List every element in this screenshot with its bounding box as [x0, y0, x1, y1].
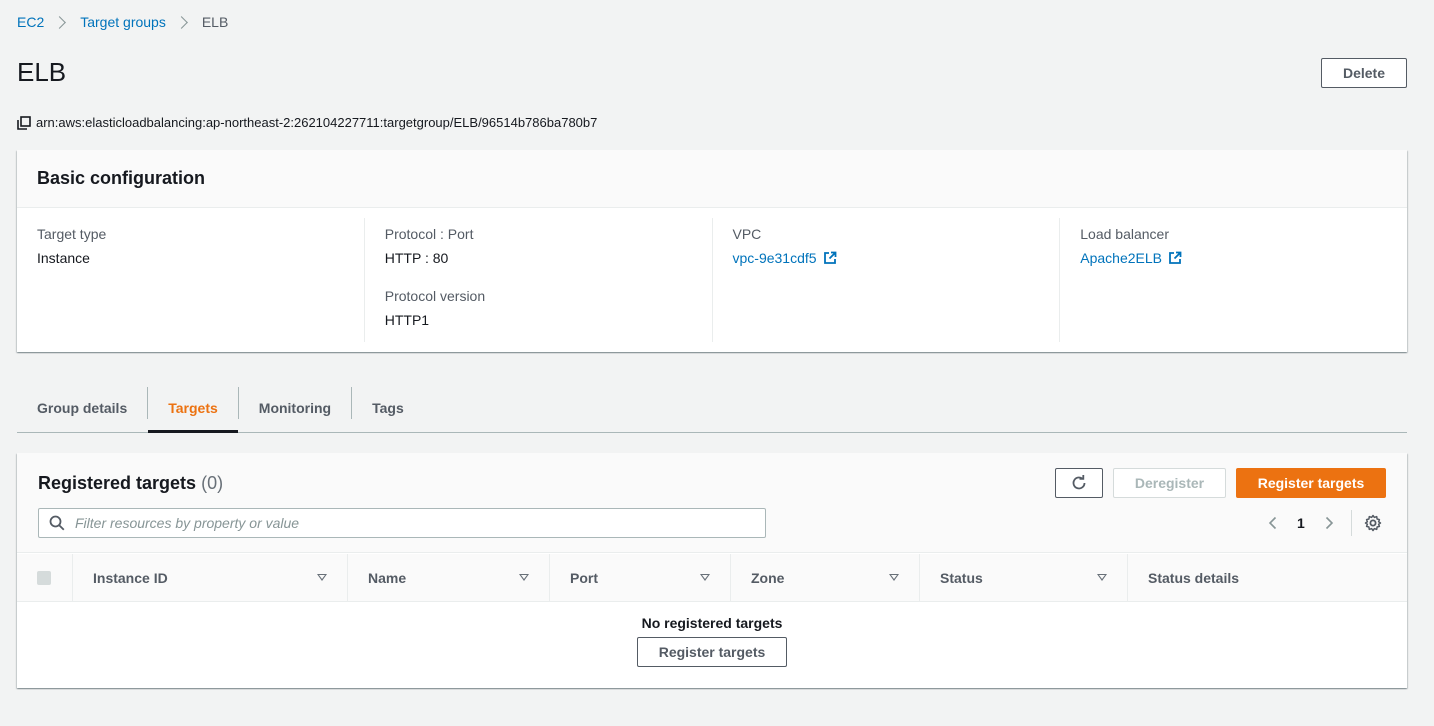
search-icon [49, 515, 65, 531]
protocol-port-value: HTTP : 80 [384, 250, 449, 266]
load-balancer-label: Load balancer [1080, 226, 1169, 242]
caret-down-icon[interactable] [317, 574, 327, 581]
chevron-right-icon [53, 15, 67, 29]
column-label: Name [368, 569, 407, 586]
deregister-button[interactable]: Deregister [1113, 468, 1226, 498]
tab-group-details[interactable]: Group details [17, 383, 147, 432]
vpc-label: VPC [732, 226, 762, 242]
breadcrumb: EC2 Target groups ELB [17, 14, 228, 30]
column-label: Port [570, 569, 598, 586]
next-page-button[interactable] [1317, 511, 1341, 535]
empty-state-text: No registered targets [641, 615, 783, 631]
column-header-name[interactable]: Name [347, 554, 549, 601]
chevron-right-icon [174, 15, 188, 29]
basic-configuration-title: Basic configuration [37, 168, 206, 188]
page-title: ELB [17, 57, 67, 87]
previous-page-button[interactable] [1261, 511, 1285, 535]
column-header-status[interactable]: Status [919, 554, 1127, 601]
pagination: 1 [1261, 510, 1382, 536]
table-header-row: Instance ID Name Port Zone Status Status… [17, 554, 1407, 602]
empty-state: No registered targets Register targets [17, 603, 1407, 667]
empty-state-register-targets-button[interactable]: Register targets [637, 637, 787, 667]
tab-bar: Group details Targets Monitoring Tags [17, 383, 1407, 433]
column-label: Zone [751, 569, 785, 586]
load-balancer-link[interactable]: Apache2ELB [1080, 250, 1162, 266]
gear-icon[interactable] [1364, 514, 1382, 532]
basic-configuration-card: Basic configuration Target type Instance… [17, 150, 1407, 352]
refresh-button[interactable] [1055, 468, 1103, 498]
filter-box [38, 508, 766, 538]
tab-monitoring[interactable]: Monitoring [239, 383, 351, 432]
arn-text: arn:aws:elasticloadbalancing:ap-northeas… [36, 115, 598, 130]
registered-targets-header: Registered targets (0) Deregister Regist… [17, 453, 1407, 553]
select-all-checkbox[interactable] [37, 570, 51, 585]
column-label: Status [940, 569, 983, 586]
registered-targets-title-text: Registered targets [38, 473, 197, 493]
tab-targets[interactable]: Targets [148, 383, 238, 433]
breadcrumb-link-target-groups[interactable]: Target groups [80, 14, 166, 30]
breadcrumb-current: ELB [201, 14, 229, 30]
caret-down-icon[interactable] [1097, 574, 1107, 581]
external-link-icon[interactable] [1168, 251, 1182, 265]
vpc-column: VPC vpc-9e31cdf5 [711, 218, 1060, 342]
load-balancer-value-row: Apache2ELB [1080, 250, 1387, 266]
column-label: Instance ID [93, 569, 168, 586]
breadcrumb-link-ec2[interactable]: EC2 [17, 14, 44, 30]
vpc-link[interactable]: vpc-9e31cdf5 [733, 250, 817, 266]
column-label: Status details [1148, 569, 1240, 586]
select-all-cell [17, 554, 72, 601]
protocol-column: Protocol : Port HTTP : 80 Protocol versi… [363, 218, 712, 342]
protocol-version-label: Protocol version [384, 288, 486, 304]
caret-down-icon[interactable] [700, 574, 710, 581]
column-header-port[interactable]: Port [549, 554, 730, 601]
column-header-status-details: Status details [1127, 554, 1407, 601]
target-type-column: Target type Instance [17, 218, 364, 342]
tab-tags[interactable]: Tags [352, 383, 424, 432]
chevron-left-icon [1268, 516, 1277, 530]
caret-down-icon[interactable] [519, 574, 529, 581]
basic-configuration-columns: Target type Instance Protocol : Port HTT… [17, 208, 1407, 352]
chevron-right-icon [1325, 516, 1333, 530]
copy-icon[interactable] [17, 115, 31, 130]
current-page-number[interactable]: 1 [1297, 515, 1305, 531]
arn-row: arn:aws:elasticloadbalancing:ap-northeas… [17, 115, 597, 130]
protocol-port-label: Protocol : Port [384, 226, 474, 242]
registered-targets-count: (0) [201, 473, 224, 493]
vpc-value-row: vpc-9e31cdf5 [733, 250, 1040, 266]
pagination-divider [1350, 510, 1352, 536]
delete-button[interactable]: Delete [1321, 58, 1407, 88]
column-header-zone[interactable]: Zone [730, 554, 919, 601]
refresh-icon [1072, 475, 1086, 490]
external-link-icon[interactable] [823, 251, 837, 265]
registered-targets-title: Registered targets (0) [38, 473, 223, 494]
caret-down-icon[interactable] [889, 574, 899, 581]
protocol-version-value: HTTP1 [384, 312, 430, 328]
basic-configuration-header: Basic configuration [17, 150, 1407, 208]
registered-targets-card: Registered targets (0) Deregister Regist… [17, 453, 1407, 688]
column-header-instance-id[interactable]: Instance ID [72, 554, 347, 601]
target-type-label: Target type [37, 226, 107, 242]
register-targets-button[interactable]: Register targets [1236, 468, 1386, 498]
filter-input[interactable] [75, 515, 755, 531]
target-type-value: Instance [37, 250, 90, 266]
load-balancer-column: Load balancer Apache2ELB [1059, 218, 1407, 342]
